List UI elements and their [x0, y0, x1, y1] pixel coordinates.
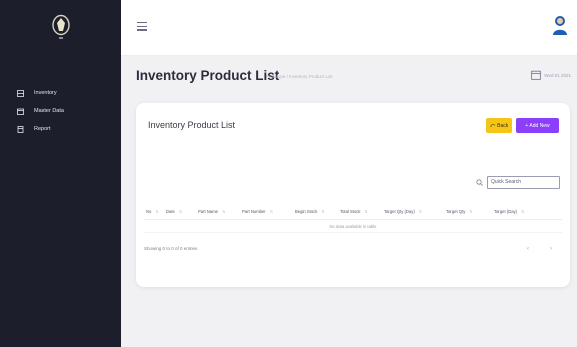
- back-button-label: Back: [497, 122, 509, 129]
- date-display[interactable]: Wed 01 2021: [531, 70, 571, 80]
- pagination-previous-button[interactable]: ‹: [527, 246, 529, 252]
- column-label: Part Name: [198, 209, 219, 214]
- column-header-target-day[interactable]: Target (Day) ⇅: [494, 209, 525, 214]
- empty-table-message: No data available in table: [144, 221, 562, 233]
- sidebar-item-label: Inventory: [34, 90, 57, 96]
- sidebar-item-inventory[interactable]: Inventory: [0, 84, 121, 102]
- column-label: Target Qty: [446, 209, 466, 214]
- card-title: Inventory Product List: [148, 120, 236, 130]
- column-header-part-number[interactable]: Part Number ⇅: [242, 209, 273, 214]
- table-header: No ⇅ Date ⇅ Part Name ⇅ Part Number ⇅ Begin …: [144, 206, 562, 220]
- topbar: [121, 0, 577, 56]
- user-avatar-icon[interactable]: [552, 14, 568, 36]
- document-icon: [16, 125, 24, 133]
- column-header-part-name[interactable]: Part Name ⇅: [198, 209, 226, 214]
- sidebar-item-report[interactable]: Report: [0, 120, 121, 138]
- column-label: Date: [166, 209, 175, 214]
- logo-area: [0, 0, 121, 56]
- folder-icon: [16, 107, 24, 115]
- breadcrumb: Prototype / Inventory Product List: [266, 74, 333, 79]
- column-label: No: [146, 209, 152, 214]
- column-label: Total Stock: [340, 209, 361, 214]
- column-label: Target (Day): [494, 209, 518, 214]
- back-button[interactable]: ⤺ Back: [486, 118, 512, 133]
- column-header-target-qty-day[interactable]: Target Qty (Day) ⇅: [384, 209, 422, 214]
- grid-icon: [16, 89, 24, 97]
- page-header: Inventory Product List Prototype / Inven…: [136, 65, 571, 87]
- column-header-total-stock[interactable]: Total Stock ⇅: [340, 209, 368, 214]
- sidebar-item-label: Report: [34, 126, 51, 132]
- hamburger-icon[interactable]: [137, 22, 147, 31]
- sidebar-item-label: Master Data: [34, 108, 64, 114]
- column-header-no[interactable]: No ⇅: [146, 209, 159, 214]
- column-label: Target Qty (Day): [384, 209, 415, 214]
- quick-search-input[interactable]: [487, 175, 560, 189]
- pagination-next-button[interactable]: ›: [550, 246, 552, 252]
- column-header-date[interactable]: Date ⇅: [166, 209, 182, 214]
- calendar-icon: [531, 70, 542, 80]
- inventory-card: Inventory Product List ⤺ Back + Add New …: [136, 103, 570, 287]
- column-label: Begin Stock: [295, 209, 318, 214]
- sidebar-nav: Inventory Master Data Report: [0, 84, 121, 138]
- add-new-button[interactable]: + Add New: [516, 118, 559, 133]
- showing-entries-text: Showing 0 to 0 of 0 entries: [144, 246, 198, 251]
- page-title: Inventory Product List: [136, 68, 280, 83]
- sidebar: Inventory Master Data Report: [0, 0, 121, 347]
- search-area: [476, 175, 560, 189]
- date-text: Wed 01 2021: [544, 72, 571, 78]
- sidebar-item-master-data[interactable]: Master Data: [0, 102, 121, 120]
- back-arrow-icon: ⤺: [489, 122, 496, 129]
- column-label: Part Number: [242, 209, 266, 214]
- search-icon: [476, 178, 483, 186]
- column-header-target-qty[interactable]: Target Qty ⇅: [446, 209, 473, 214]
- shield-logo-icon[interactable]: [50, 13, 72, 43]
- column-header-begin-stock[interactable]: Begin Stock ⇅: [295, 209, 325, 214]
